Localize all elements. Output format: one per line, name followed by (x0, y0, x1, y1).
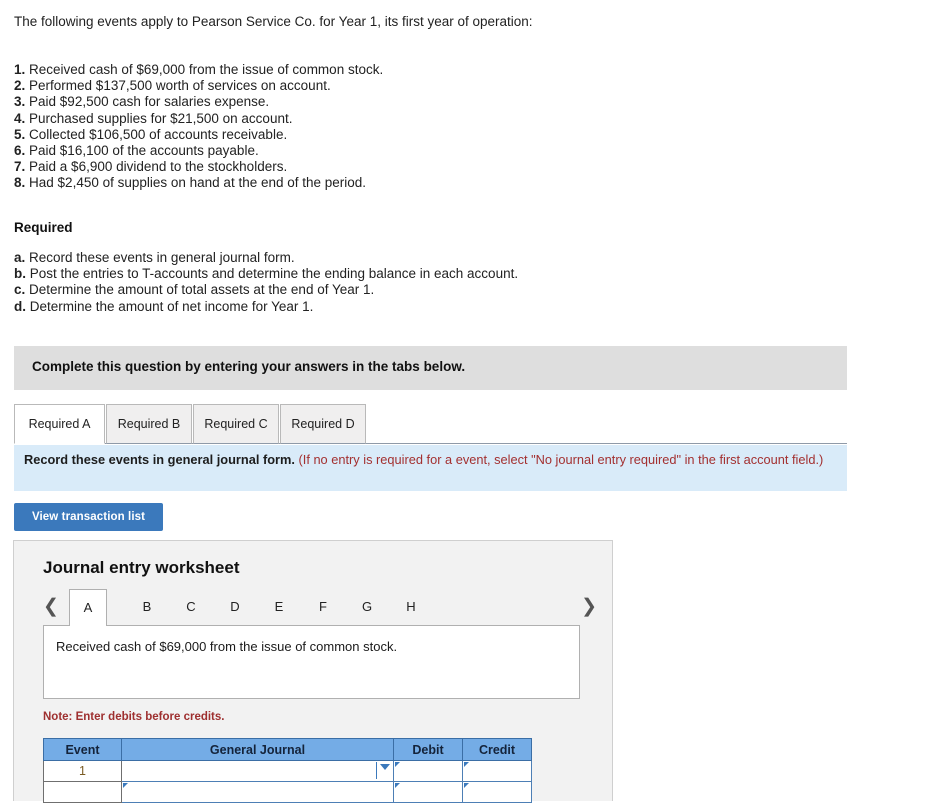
list-item: b. Post the entries to T-accounts and de… (14, 266, 518, 282)
banner-text: Record these events in general journal f… (24, 452, 836, 468)
list-item: 8. Had $2,450 of supplies on hand at the… (14, 175, 383, 191)
cell-credit-row-1[interactable] (462, 760, 532, 782)
transaction-description-box: Received cash of $69,000 from the issue … (43, 625, 580, 699)
event-number: 8. (14, 175, 26, 191)
cell-corner-marker (395, 783, 400, 788)
banner-main-text: Record these events in general journal f… (24, 452, 295, 467)
intro-paragraph: The following events apply to Pearson Se… (14, 14, 533, 29)
required-tabstrip: Required A Required B Required C Require… (14, 404, 847, 444)
cell-corner-marker (395, 762, 400, 767)
worksheet-tab-e[interactable]: E (260, 589, 298, 626)
column-header-event: Event (43, 738, 122, 761)
cell-event-2 (43, 781, 122, 803)
table-row (43, 781, 532, 803)
tab-required-c[interactable]: Required C (193, 404, 279, 444)
worksheet-letter-tabstrip: ❮ A B C D E F G H ❯ (43, 589, 597, 626)
list-item: 4. Purchased supplies for $21,500 on acc… (14, 111, 383, 127)
chevron-down-icon[interactable] (380, 764, 390, 770)
events-list: 1. Received cash of $69,000 from the iss… (14, 62, 383, 192)
event-text: Paid $92,500 cash for salaries expense. (29, 94, 270, 110)
column-header-debit: Debit (393, 738, 463, 761)
journal-entry-worksheet-panel: Journal entry worksheet ❮ A B C D E F G … (13, 540, 613, 803)
list-item: 3. Paid $92,500 cash for salaries expens… (14, 94, 383, 110)
requirement-text: Post the entries to T-accounts and deter… (29, 266, 519, 282)
worksheet-title: Journal entry worksheet (43, 558, 240, 577)
list-item: 6. Paid $16,100 of the accounts payable. (14, 143, 383, 159)
worksheet-tab-a[interactable]: A (69, 589, 107, 626)
instruction-bar: Complete this question by entering your … (14, 346, 847, 390)
required-heading: Required (14, 220, 73, 235)
list-item: 5. Collected $106,500 of accounts receiv… (14, 127, 383, 143)
transaction-description-text: Received cash of $69,000 from the issue … (56, 639, 398, 654)
event-number: 7. (14, 159, 26, 175)
list-item: a. Record these events in general journa… (14, 250, 518, 266)
requirement-letter: d. (14, 298, 26, 314)
worksheet-tab-b[interactable]: B (128, 589, 166, 626)
view-transaction-list-button[interactable]: View transaction list (14, 503, 163, 531)
event-number: 6. (14, 143, 26, 159)
requirement-text: Record these events in general journal f… (29, 250, 295, 265)
worksheet-tab-g[interactable]: G (348, 589, 386, 626)
chevron-right-icon[interactable]: ❯ (581, 592, 597, 622)
cell-corner-marker (464, 762, 469, 767)
event-number: 3. (14, 94, 26, 110)
list-item: 1. Received cash of $69,000 from the iss… (14, 62, 383, 78)
list-item: 2. Performed $137,500 worth of services … (14, 78, 383, 94)
list-item: 7. Paid a $6,900 dividend to the stockho… (14, 159, 383, 175)
account-select-row-1[interactable] (121, 760, 394, 782)
table-header-row: Event General Journal Debit Credit (43, 738, 532, 761)
column-header-credit: Credit (462, 738, 532, 761)
requirement-text: Determine the amount of net income for Y… (29, 298, 314, 314)
debits-before-credits-note: Note: Enter debits before credits. (43, 711, 225, 723)
requirement-letter: c. (14, 282, 26, 298)
event-number: 4. (14, 110, 26, 126)
requirement-text: Determine the amount of total assets at … (29, 282, 375, 298)
worksheet-tab-d[interactable]: D (216, 589, 254, 626)
event-number: 1. (14, 62, 26, 77)
worksheet-tab-c[interactable]: C (172, 589, 210, 626)
table-row: 1 (43, 760, 532, 782)
event-number: 2. (14, 78, 26, 94)
tab-required-b[interactable]: Required B (106, 404, 192, 444)
cell-corner-marker (464, 783, 469, 788)
banner-paren-text: (If no entry is required for a event, se… (298, 452, 824, 467)
requirement-letter: b. (14, 266, 26, 282)
event-number: 5. (14, 126, 26, 142)
tab-required-d[interactable]: Required D (280, 404, 366, 444)
worksheet-tab-f[interactable]: F (304, 589, 342, 626)
event-text: Purchased supplies for $21,500 on accoun… (29, 110, 293, 126)
list-item: c. Determine the amount of total assets … (14, 282, 518, 298)
chevron-left-icon[interactable]: ❮ (43, 592, 59, 622)
task-instruction-banner: Record these events in general journal f… (14, 445, 847, 491)
event-text: Collected $106,500 of accounts receivabl… (29, 126, 288, 142)
event-text: Paid a $6,900 dividend to the stockholde… (29, 159, 288, 175)
dropdown-divider (376, 762, 377, 779)
event-text: Had $2,450 of supplies on hand at the en… (29, 175, 367, 191)
event-text: Received cash of $69,000 from the issue … (29, 62, 384, 77)
event-text: Paid $16,100 of the accounts payable. (29, 143, 259, 159)
cell-corner-marker (123, 783, 128, 788)
event-text: Performed $137,500 worth of services on … (29, 78, 331, 94)
cell-debit-row-2[interactable] (393, 781, 463, 803)
worksheet-tab-h[interactable]: H (392, 589, 430, 626)
column-header-general-journal: General Journal (121, 738, 394, 761)
instruction-bar-text: Complete this question by entering your … (32, 359, 466, 374)
cell-debit-row-1[interactable] (393, 760, 463, 782)
account-select-row-2[interactable] (121, 781, 394, 803)
tab-required-a[interactable]: Required A (14, 404, 105, 444)
requirement-letter: a. (14, 250, 26, 265)
required-list: a. Record these events in general journa… (14, 250, 518, 315)
journal-entry-table: Event General Journal Debit Credit 1 (43, 738, 532, 803)
cell-event-1: 1 (43, 760, 122, 782)
cell-credit-row-2[interactable] (462, 781, 532, 803)
list-item: d. Determine the amount of net income fo… (14, 299, 518, 315)
